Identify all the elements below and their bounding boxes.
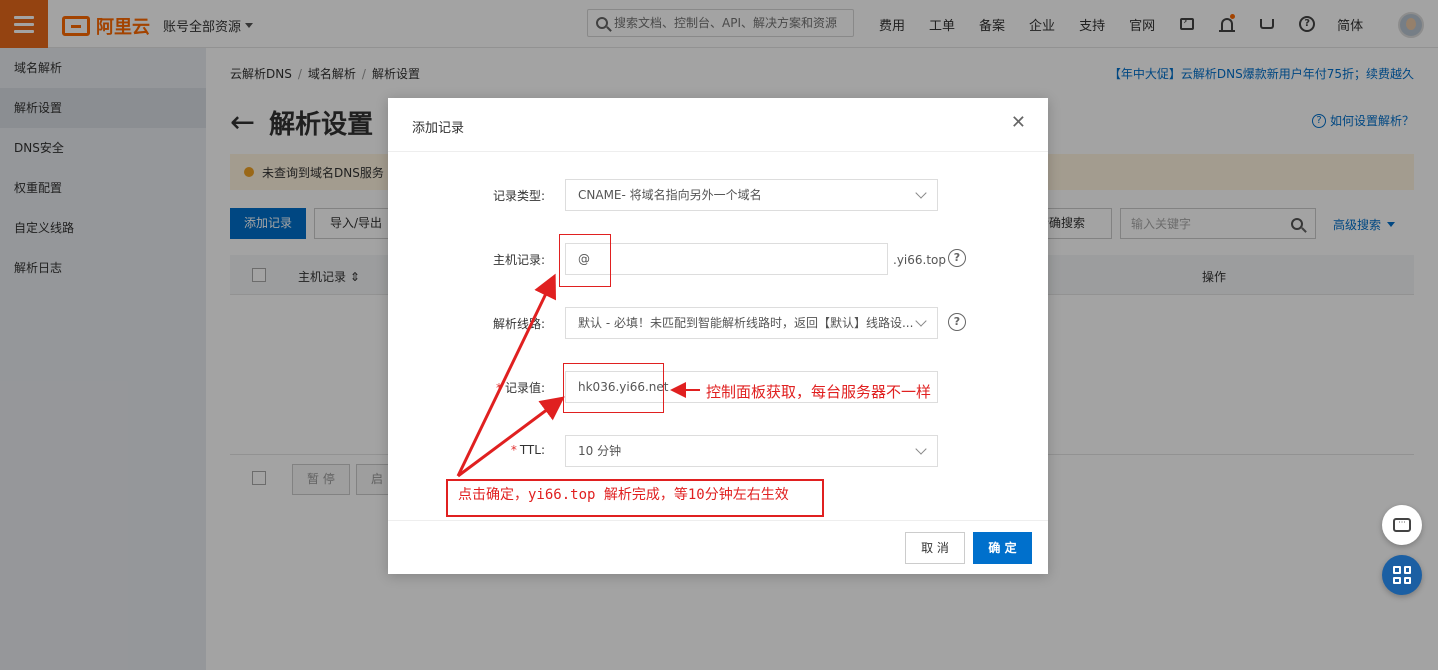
cancel-button[interactable]: 取 消 [905,532,965,564]
chat-float-button[interactable]: ··· [1382,505,1422,545]
ttl-label-text: TTL: [519,443,545,457]
record-value-label-text: 记录值: [504,381,545,395]
record-type-value: CNAME- 将域名指向另外一个域名 [578,188,762,202]
value-annotation-text: 控制面板获取，每台服务器不一样 [706,383,932,401]
resolve-line-label: 解析线路: [492,317,545,331]
ttl-value: 10 分钟 [578,444,622,458]
dialog-body: 记录类型: CNAME- 将域名指向另外一个域名 主机记录: @ .yi66.t… [388,152,1048,520]
required-mark: * [510,443,517,457]
resolve-line-select[interactable]: 默认 - 必填！未匹配到智能解析线路时，返回【默认】线路设... [565,307,938,339]
host-record-input[interactable]: @ [565,243,888,275]
resolve-line-value: 默认 - 必填！未匹配到智能解析线路时，返回【默认】线路设... [578,316,914,330]
chat-icon: ··· [1393,518,1411,532]
host-highlight-box [559,234,611,287]
help-icon[interactable]: ? [948,313,966,331]
confirm-button[interactable]: 确 定 [973,532,1032,564]
host-suffix: .yi66.top [893,253,946,267]
dialog-header: 添加记录 ✕ [388,98,1048,152]
chevron-down-icon [915,315,927,327]
record-type-label: 记录类型: [492,189,545,203]
required-mark: * [495,381,502,395]
ttl-label: * TTL: [445,443,545,457]
dialog-footer: 取 消 确 定 [388,520,1048,574]
record-type-select[interactable]: CNAME- 将域名指向另外一个域名 [565,179,938,211]
ttl-select[interactable]: 10 分钟 [565,435,938,467]
done-annotation-text: 点击确定，yi66.top 解析完成，等10分钟左右生效 [458,487,789,503]
record-value-label: * 记录值: [445,379,545,396]
close-icon[interactable]: ✕ [1011,114,1026,132]
apps-float-button[interactable] [1382,555,1422,595]
help-icon[interactable]: ? [948,249,966,267]
chevron-down-icon [915,443,927,455]
apps-grid-icon [1393,566,1411,584]
chevron-down-icon [915,187,927,199]
value-highlight-box [563,363,664,413]
host-record-label: 主机记录: [492,253,545,267]
done-annotation-box: 点击确定，yi66.top 解析完成，等10分钟左右生效 [446,479,824,517]
dialog-title: 添加记录 [412,121,465,136]
